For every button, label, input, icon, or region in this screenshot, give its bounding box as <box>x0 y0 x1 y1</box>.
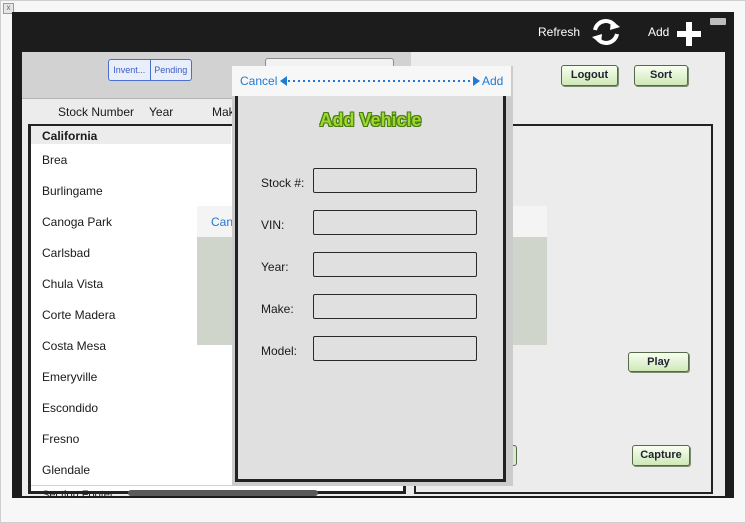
year-label: Year: <box>261 260 289 274</box>
capture-button[interactable]: Capture <box>632 445 690 466</box>
list-item-label: Fresno <box>42 432 80 446</box>
make-field[interactable] <box>313 294 477 319</box>
year-field[interactable] <box>313 252 477 277</box>
list-item-label: Corte Madera <box>42 308 116 322</box>
list-item[interactable]: Brea <box>31 144 233 176</box>
column-stock-number[interactable]: Stock Number <box>58 105 134 119</box>
list-item[interactable]: Emeryville <box>31 361 233 393</box>
list-item-label: Brea <box>42 153 68 167</box>
modal-title: Add Vehicle <box>319 110 422 130</box>
app-toolbar <box>12 12 734 52</box>
stock-number-label: Stock #: <box>261 176 305 190</box>
list-item-label: Costa Mesa <box>42 339 107 353</box>
model-field[interactable] <box>313 336 477 361</box>
make-label: Make: <box>261 302 294 316</box>
segment-inventory[interactable]: Invent... <box>109 60 150 80</box>
plus-icon[interactable] <box>675 21 703 47</box>
modal-cancel-button[interactable]: Cancel <box>240 74 277 88</box>
list-item-label: Escondido <box>42 401 99 415</box>
list-item-label: Carlsbad <box>42 246 91 260</box>
list-item-label: Glendale <box>42 463 91 477</box>
vin-field[interactable] <box>313 210 477 235</box>
refresh-button[interactable]: Refresh <box>538 25 580 39</box>
list-item[interactable]: Escondido <box>31 392 233 424</box>
inventory-segmented-control[interactable]: Invent... Pending <box>108 59 192 81</box>
section-header: California <box>31 126 231 146</box>
double-arrow-icon <box>280 76 480 86</box>
column-year[interactable]: Year <box>149 105 173 119</box>
add-button[interactable]: Add <box>648 25 669 39</box>
modal-body <box>235 96 506 482</box>
play-button[interactable]: Play <box>628 352 689 372</box>
modal-add-button[interactable]: Add <box>482 74 503 88</box>
vin-label: VIN: <box>261 218 285 232</box>
list-item-label: Chula Vista <box>42 277 104 291</box>
section-footer: Section Footer <box>42 489 114 501</box>
list-item[interactable]: Glendale <box>31 454 233 486</box>
list-item-label: Burlingame <box>42 184 103 198</box>
list-item[interactable]: Burlingame <box>31 175 233 207</box>
stock-number-field[interactable] <box>313 168 477 193</box>
sort-button[interactable]: Sort <box>634 65 688 86</box>
scroll-indicator[interactable] <box>128 490 318 496</box>
battery-icon <box>710 18 726 25</box>
model-label: Model: <box>261 344 298 358</box>
list-item-label: Emeryville <box>42 370 98 384</box>
refresh-icon[interactable] <box>590 17 622 47</box>
list-item[interactable]: Fresno <box>31 423 233 455</box>
logout-button[interactable]: Logout <box>561 65 618 86</box>
background-sheet-cancel[interactable]: Can <box>211 215 233 229</box>
segment-pending[interactable]: Pending <box>149 60 192 80</box>
list-item-label: Canoga Park <box>42 215 113 229</box>
